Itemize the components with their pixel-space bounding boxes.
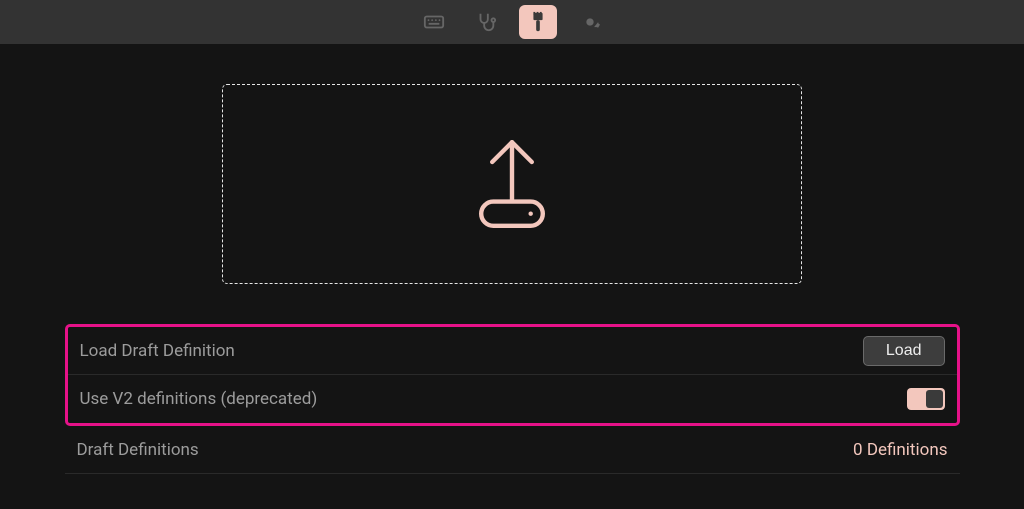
brush-icon (527, 11, 549, 33)
toggle-knob (926, 390, 943, 408)
draft-definitions-label: Draft Definitions (77, 440, 199, 460)
draft-definitions-count: 0 Definitions (853, 440, 947, 460)
highlighted-settings: Load Draft Definition Load Use V2 defini… (65, 324, 960, 426)
tab-diagnostics[interactable] (467, 5, 505, 39)
use-v2-label: Use V2 definitions (deprecated) (80, 389, 907, 409)
stethoscope-icon (475, 11, 497, 33)
load-button[interactable]: Load (863, 336, 945, 366)
tab-bar (0, 0, 1024, 44)
row-use-v2: Use V2 definitions (deprecated) (68, 375, 957, 423)
upload-dropzone[interactable] (222, 84, 802, 284)
upload-icon (457, 129, 567, 239)
row-load-draft: Load Draft Definition Load (68, 327, 957, 375)
tab-settings[interactable] (571, 5, 609, 39)
keyboard-icon (423, 11, 445, 33)
load-draft-label: Load Draft Definition (80, 341, 863, 361)
gear-icon (579, 11, 601, 33)
content-area: Load Draft Definition Load Use V2 defini… (0, 44, 1024, 474)
tab-keyboard[interactable] (415, 5, 453, 39)
use-v2-toggle[interactable] (907, 388, 945, 410)
tab-brush[interactable] (519, 5, 557, 39)
row-draft-definitions: Draft Definitions 0 Definitions (65, 426, 960, 474)
